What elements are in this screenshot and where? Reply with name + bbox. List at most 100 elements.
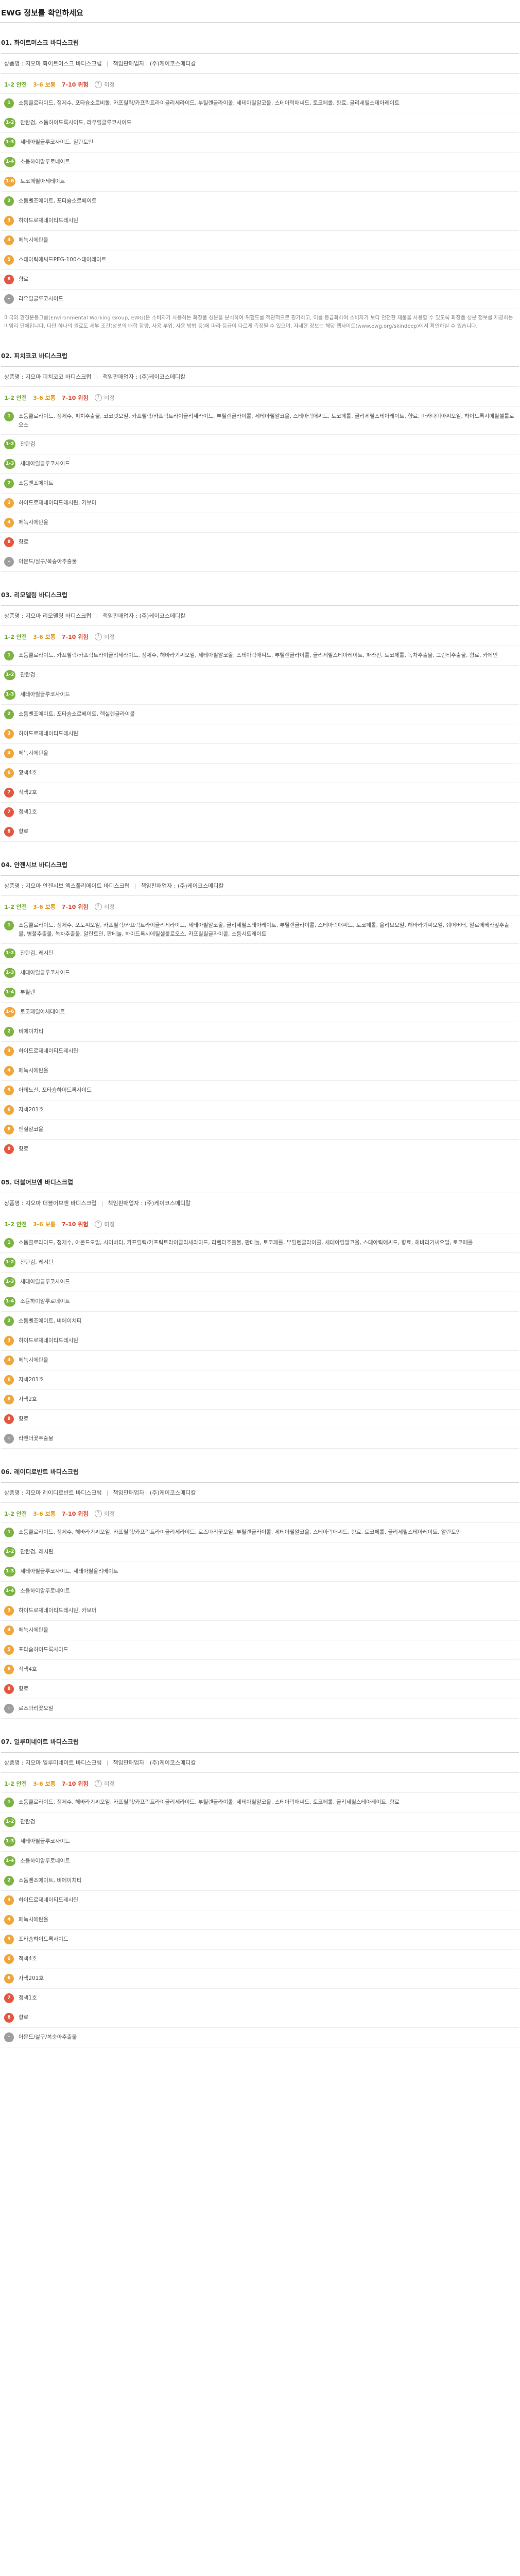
grade-badge: 1 [4, 921, 14, 930]
legend-high: 7-10 위험 [61, 634, 89, 640]
legend-unknown: ? 미정 [94, 633, 121, 641]
ingredient-names: 페녹시에탄올 [19, 750, 48, 756]
ingredient-names: 토코페릴아세테이트 [20, 1009, 65, 1015]
product-section: 04. 안젠시브 바디스크럽 상품명 : 지오마 안젠시브 엑스폴리에이트 바디스… [0, 852, 520, 1170]
ingredient-row: - 아몬드/살구/복숭아추출물 [1, 552, 519, 572]
legend-low: 1-2 안전 [4, 395, 27, 401]
product-name-label: 상품명 : [4, 883, 26, 889]
maker-label: 책임판매업자 : [113, 1759, 150, 1766]
legend-unknown-label: 미정 [104, 395, 115, 401]
ingredient-names: 향료 [19, 1146, 29, 1152]
product-info-row: 상품명 : 지오마 더블어브앤 바디스크럽 | 책임판매업자 : (주)케이코스메디… [1, 1193, 519, 1213]
product-name: 지오마 피치코코 바디스크럽 [25, 374, 92, 380]
grade-badge: 1-3 [4, 968, 16, 978]
product-section: 06. 레이디로반트 바디스크럽 상품명 : 지오마 레이디로반트 바디스크럽 | 책… [0, 1459, 520, 1729]
grade-badge: 4 [4, 1066, 14, 1076]
maker-label: 책임판매업자 : [102, 374, 140, 380]
grade-badge: 1-3 [4, 138, 16, 147]
legend-low: 1-2 안전 [4, 81, 27, 88]
grade-badge: 1-2 [4, 1258, 16, 1267]
grade-badge: 2 [4, 1316, 14, 1326]
grade-badge: 1 [4, 412, 14, 421]
product-info-row: 상품명 : 지오마 레이디로반트 바디스크럽 | 책임판매업자 : (주)케이코스메… [1, 1482, 519, 1503]
legend-unknown-label: 미정 [104, 1221, 115, 1228]
legend-unknown: ? 미정 [94, 1220, 121, 1228]
ingredient-names: 향료 [19, 276, 29, 282]
separator: | [106, 1759, 109, 1766]
legend-high: 7-10 위험 [61, 904, 89, 910]
product-name-label: 상품명 : [4, 613, 26, 619]
ingredient-names: 자색201호 [19, 1975, 44, 1981]
ingredient-row: 1-2 잔탄검, 소듐하이드록사이드, 라우릴글루코사이드 [1, 113, 519, 133]
ingredient-names: 세테아릴글루코사이드, 알란토인 [20, 139, 94, 145]
ingredient-names: 아몬드/살구/복숭아추출물 [19, 2034, 77, 2040]
ingredient-row: 1-2 잔탄검, 레시틴 [1, 944, 519, 963]
ingredient-row: 3 하이드로제네이티드레시틴, 카보머 [1, 1601, 519, 1621]
grade-badge: 1-2 [4, 948, 16, 958]
ingredient-names: 세테아릴글루코사이드 [20, 1279, 70, 1285]
legend-unknown: ? 미정 [94, 903, 121, 911]
legend-low: 1-2 안전 [4, 904, 27, 910]
ingredient-names: 하이드로제네이티드레시틴, 카보머 [19, 500, 97, 506]
ewg-notice: 미국의 환경운동그룹(Environmental Working Group, … [4, 315, 513, 329]
ingredient-names: 아몬드/살구/복숭아추출물 [19, 558, 77, 565]
grade-badge: - [4, 2032, 14, 2042]
ingredient-names: 부틸렌 [20, 989, 36, 995]
ingredient-names: 페녹시에탄올 [19, 519, 48, 526]
ingredient-row: 1-4 부틸렌 [1, 983, 519, 1003]
ingredient-row: 6 황색4호 [1, 764, 519, 783]
ingredient-row: 1-4 소듐하이알루로네이트 [1, 1582, 519, 1601]
grade-badge: 2 [4, 709, 14, 719]
grade-badge: 1-3 [4, 1277, 16, 1287]
grade-badge: 4 [4, 518, 14, 528]
ingredient-row: 1-3 세테아릴글루코사이드 [1, 454, 519, 474]
section-title: 07. 일루미네이트 바디스크럽 [1, 1738, 79, 1745]
ingredient-row: 5 아데노신, 포타슘하이드록사이드 [1, 1081, 519, 1100]
grade-badge: 3 [4, 1895, 14, 1905]
legend-unknown: ? 미정 [94, 1510, 121, 1518]
grade-badge: 1 [4, 1798, 14, 1807]
grade-badge: 3 [4, 1336, 14, 1346]
ingredient-row: 1-3 세테아릴글루코사이드 [1, 1273, 519, 1292]
grade-badge: 1 [4, 651, 14, 660]
ingredient-names: 소듐클로라이드, 정제수, 피치추출물, 코코넛오일, 카프릴릭/카프릭트라이글… [19, 413, 514, 428]
product-name-label: 상품명 : [4, 374, 26, 380]
grade-legend: 1-2 안전 3-6 보통 7-10 위험? 미정 [1, 1213, 519, 1233]
grade-badge: 1 [4, 98, 14, 108]
ingredient-row: 4 페녹시에탄올 [1, 1910, 519, 1930]
maker-name: (주)케이코스메디칼 [149, 1489, 196, 1496]
ingredient-row: 8 향료 [1, 270, 519, 290]
maker-name: (주)케이코스메디칼 [144, 1200, 191, 1207]
legend-mid: 3-6 보통 [32, 81, 56, 88]
ingredient-row: 1-6 토코페릴아세테이트 [1, 172, 519, 192]
grade-badge: 1-4 [4, 1586, 16, 1596]
ingredient-row: 7 청색1호 [1, 1989, 519, 2008]
ingredient-names: 세테아릴글루코사이드 [20, 1838, 70, 1844]
grade-badge: 8 [4, 537, 14, 547]
grade-badge: 3 [4, 498, 14, 508]
legend-high: 7-10 위험 [61, 1781, 89, 1787]
ingredient-row: 1-6 토코페릴아세테이트 [1, 1003, 519, 1022]
separator: | [96, 613, 98, 619]
ingredient-names: 페녹시에탄올 [19, 1357, 48, 1363]
grade-badge: 8 [4, 1684, 14, 1694]
ingredient-row: 2 비에이치티 [1, 1022, 519, 1042]
grade-badge: 3 [4, 1046, 14, 1056]
legend-high: 7-10 위험 [61, 1511, 89, 1517]
grade-badge: 8 [4, 2013, 14, 2023]
ingredient-row: 1 소듐클로라이드, 정제수, 포타슘소르비톨, 카프릴릭/카프릭트라이글리세라이… [1, 94, 519, 113]
ingredient-row: 7 적색2호 [1, 783, 519, 803]
legend-high: 7-10 위험 [61, 395, 89, 401]
legend-unknown: ? 미정 [94, 1780, 121, 1788]
grade-badge: 8 [4, 827, 14, 837]
ingredient-names: 적색2호 [19, 789, 37, 795]
maker-name: (주)케이코스메디칼 [139, 613, 186, 619]
ingredient-row: 6 자색2호 [1, 1390, 519, 1410]
ingredient-names: 잔탄검, 레시틴 [20, 1549, 54, 1555]
grade-badge: 8 [4, 1144, 14, 1154]
ingredient-names: 향료 [19, 2014, 29, 2021]
ingredient-names: 소듐벤조에이트, 비에이치티 [19, 1318, 82, 1324]
grade-badge: 6 [4, 1974, 14, 1984]
ingredient-row: 8 향료 [1, 1140, 519, 1159]
grade-badge: 1-2 [4, 670, 16, 680]
